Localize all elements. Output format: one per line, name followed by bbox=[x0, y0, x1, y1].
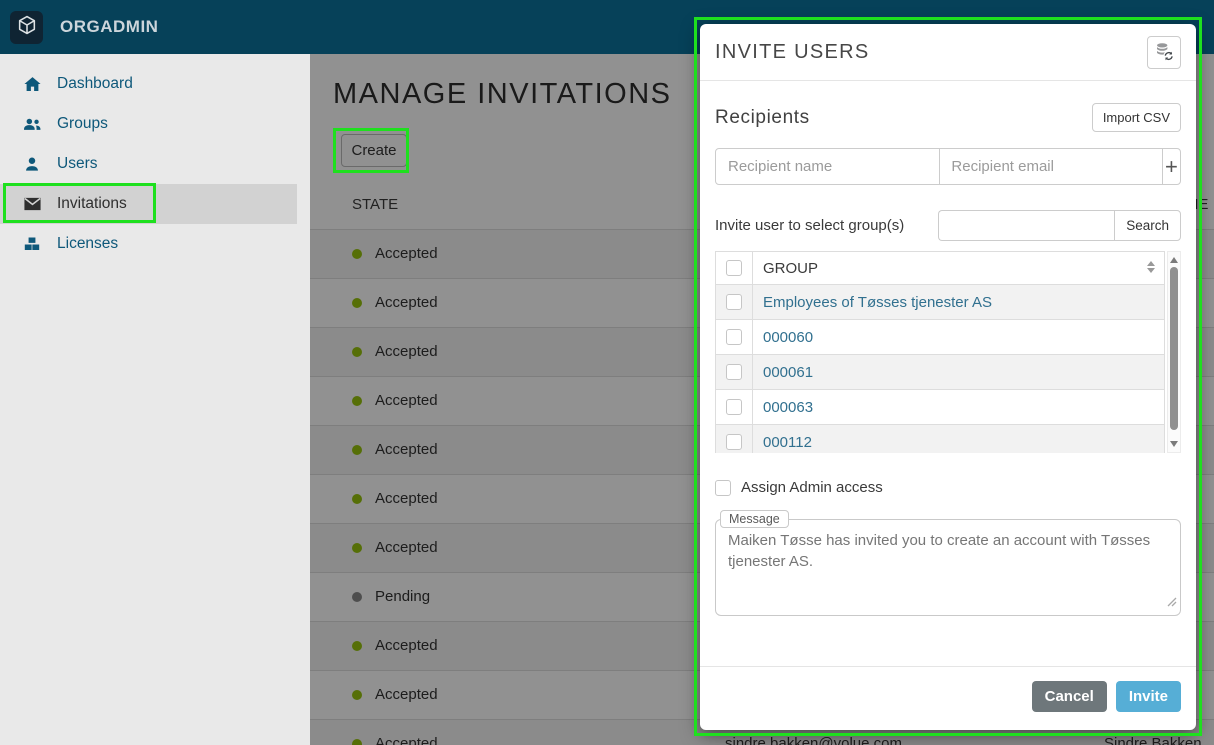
group-checkbox[interactable] bbox=[726, 294, 742, 310]
group-table-header: GROUP bbox=[716, 252, 1164, 285]
scrollbar-thumb[interactable] bbox=[1170, 267, 1178, 430]
group-checkbox[interactable] bbox=[726, 329, 742, 345]
modal-body: Recipients Import CSV + Invite user to s… bbox=[700, 81, 1196, 666]
group-link[interactable]: 000061 bbox=[753, 355, 813, 389]
group-link[interactable]: 000063 bbox=[753, 390, 813, 424]
database-refresh-icon bbox=[1154, 41, 1174, 64]
sidebar-item-users[interactable]: Users bbox=[0, 144, 297, 184]
import-csv-button[interactable]: Import CSV bbox=[1092, 103, 1181, 132]
group-row[interactable]: 000112 bbox=[716, 425, 1164, 453]
recipient-input-group: + bbox=[715, 148, 1181, 185]
group-table-scrollbar[interactable] bbox=[1167, 251, 1181, 453]
sidebar-item-label: Users bbox=[57, 155, 97, 173]
sort-icon[interactable] bbox=[1147, 261, 1155, 273]
app-logo bbox=[10, 11, 43, 44]
group-checkbox[interactable] bbox=[726, 399, 742, 415]
sidebar-item-dashboard[interactable]: Dashboard bbox=[0, 64, 297, 104]
add-recipient-button[interactable]: + bbox=[1163, 149, 1180, 184]
app-title: ORGADMIN bbox=[60, 17, 158, 37]
assign-admin-checkbox[interactable] bbox=[715, 480, 731, 496]
group-link[interactable]: 000060 bbox=[753, 320, 813, 354]
group-search-button[interactable]: Search bbox=[1114, 210, 1181, 241]
sidebar-item-label: Groups bbox=[57, 115, 108, 133]
group-row[interactable]: 000063 bbox=[716, 390, 1164, 425]
sidebar-item-licenses[interactable]: Licenses bbox=[0, 224, 297, 264]
sidebar-item-label: Dashboard bbox=[57, 75, 133, 93]
sidebar-item-invitations[interactable]: Invitations bbox=[0, 184, 297, 224]
message-field: Message Maiken Tøsse has invited you to … bbox=[715, 510, 1181, 616]
home-icon bbox=[22, 74, 42, 94]
sidebar-item-label: Licenses bbox=[57, 235, 118, 253]
recipient-name-input[interactable] bbox=[716, 149, 939, 184]
group-link[interactable]: 000112 bbox=[753, 425, 812, 453]
reload-recipients-button[interactable] bbox=[1147, 36, 1181, 69]
scroll-down-icon[interactable] bbox=[1170, 441, 1178, 447]
group-row[interactable]: 000061 bbox=[716, 355, 1164, 390]
group-row[interactable]: Employees of Tøsses tjenester AS bbox=[716, 285, 1164, 320]
modal-header: INVITE USERS bbox=[700, 24, 1196, 81]
modal-title: INVITE USERS bbox=[715, 41, 870, 64]
screen: ORGADMIN Dashboard Groups Users bbox=[0, 0, 1214, 745]
group-row[interactable]: 000060 bbox=[716, 320, 1164, 355]
assign-admin-label: Assign Admin access bbox=[741, 479, 883, 496]
group-column-header: GROUP bbox=[753, 252, 818, 284]
cancel-button[interactable]: Cancel bbox=[1032, 681, 1107, 712]
message-textarea[interactable]: Maiken Tøsse has invited you to create a… bbox=[716, 530, 1180, 602]
envelope-icon bbox=[22, 194, 42, 214]
recipient-email-input[interactable] bbox=[939, 149, 1162, 184]
sidebar-item-label: Invitations bbox=[57, 195, 127, 213]
scroll-up-icon[interactable] bbox=[1170, 257, 1178, 263]
invite-users-modal: INVITE USERS bbox=[700, 24, 1196, 730]
resize-grip-icon[interactable] bbox=[1166, 594, 1177, 612]
recipients-heading: Recipients bbox=[715, 107, 810, 129]
select-all-groups-checkbox[interactable] bbox=[726, 260, 742, 276]
groups-section-label: Invite user to select group(s) bbox=[715, 217, 938, 234]
invite-button[interactable]: Invite bbox=[1116, 681, 1181, 712]
users-icon bbox=[22, 114, 42, 134]
group-search-input[interactable] bbox=[938, 210, 1114, 241]
cubes-icon bbox=[22, 234, 42, 254]
cube-icon bbox=[16, 14, 38, 41]
sidebar: Dashboard Groups Users bbox=[0, 54, 310, 745]
group-table: GROUP Employees of Tøsses tjenester AS 0… bbox=[715, 251, 1181, 453]
group-link[interactable]: Employees of Tøsses tjenester AS bbox=[753, 285, 992, 319]
group-checkbox[interactable] bbox=[726, 364, 742, 380]
group-checkbox[interactable] bbox=[726, 434, 742, 450]
user-icon bbox=[22, 154, 42, 174]
message-label: Message bbox=[720, 510, 789, 528]
modal-footer: Cancel Invite bbox=[700, 666, 1196, 730]
sidebar-item-groups[interactable]: Groups bbox=[0, 104, 297, 144]
